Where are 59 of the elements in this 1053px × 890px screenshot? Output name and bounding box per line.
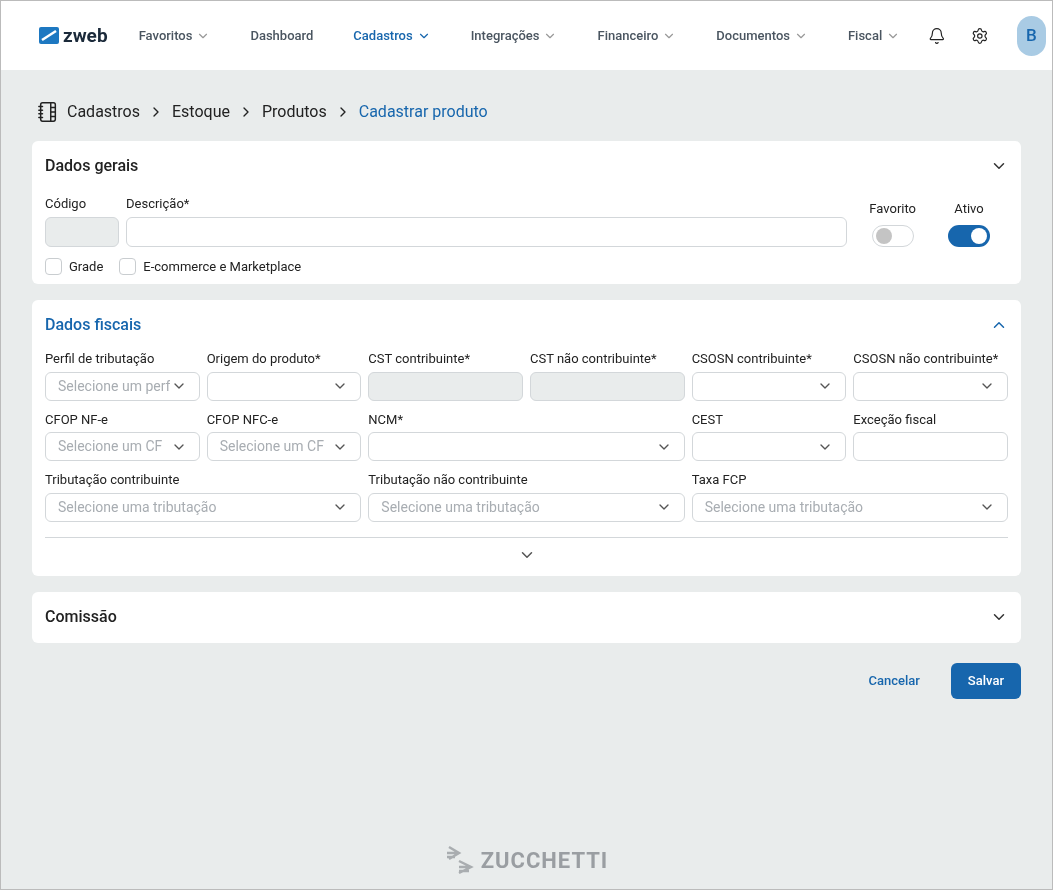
checkbox-label: E-commerce e Marketplace <box>143 257 302 276</box>
toggle-switch[interactable] <box>948 224 990 247</box>
nav-item[interactable]: Financeiro <box>593 25 681 46</box>
field-label: CSOSN não contribuinte* <box>853 350 1000 368</box>
logo-icon <box>39 27 59 44</box>
save-button[interactable]: Salvar <box>950 662 1021 699</box>
field-label: Tributação contribuinte <box>45 471 181 489</box>
placeholder: Selecione uma tributação <box>381 497 540 517</box>
notebook-icon <box>37 101 59 123</box>
breadcrumb-item: Cadastrar produto <box>358 101 488 123</box>
nav-item[interactable]: Integrações <box>466 25 562 46</box>
field-label: CEST <box>691 410 724 429</box>
field-label: CFOP NFC-e <box>206 410 280 429</box>
placeholder: Selecione uma tributação <box>58 497 217 517</box>
breadcrumb-item[interactable]: Estoque <box>172 100 230 124</box>
toggle-label: Ativo <box>954 200 984 218</box>
nav-item[interactable]: Cadastros <box>349 25 435 46</box>
avatar[interactable]: B <box>1016 15 1046 56</box>
nav-item[interactable]: Favoritos <box>134 25 215 46</box>
field-label: CSOSN contribuinte* <box>691 350 813 368</box>
cancel-button[interactable]: Cancelar <box>851 662 937 699</box>
select-field[interactable] <box>691 371 847 401</box>
field-label: CST contribuinte* <box>368 350 471 368</box>
nav-item[interactable]: Documentos <box>712 25 812 46</box>
field-label: NCM* <box>368 410 404 429</box>
select-field[interactable] <box>206 371 362 401</box>
footer-logo-text: ZUCCHETTI <box>480 846 609 875</box>
logo-text: zweb <box>63 26 108 45</box>
breadcrumb-item[interactable]: Cadastros <box>67 100 140 124</box>
field-label: Descrição* <box>126 195 191 213</box>
checkbox-label: Grade <box>69 257 104 276</box>
toggle-switch[interactable] <box>871 224 914 247</box>
field-label: Taxa FCP <box>691 471 748 489</box>
placeholder: Selecione uma tributação <box>704 497 864 517</box>
section-title: Dados gerais <box>45 155 139 177</box>
breadcrumb-item[interactable]: Produtos <box>261 100 327 124</box>
field-label: Código <box>45 195 88 213</box>
checkbox[interactable] <box>119 257 137 275</box>
field-label: Tributação não contribuinte <box>368 471 529 489</box>
section-title: Comissão <box>45 606 117 628</box>
checkbox[interactable] <box>45 257 62 275</box>
toggle-label: Favorito <box>869 200 916 218</box>
placeholder: Selecione um CF <box>58 437 163 456</box>
field-label: Perfil de tributação <box>45 350 156 368</box>
field-label: CST não contribuinte* <box>530 350 658 368</box>
select-field[interactable] <box>691 432 847 461</box>
nav-item[interactable]: Fiscal <box>843 25 905 46</box>
placeholder: Selecione um perf <box>58 376 171 396</box>
select-field[interactable] <box>853 371 1008 401</box>
description-field[interactable] <box>126 216 848 247</box>
select-field[interactable] <box>368 432 685 461</box>
zigzag-logo-icon <box>444 843 475 877</box>
field-label: Origem do produto* <box>206 350 322 368</box>
field-label: CFOP NF-e <box>45 410 109 429</box>
nav-item[interactable]: Dashboard <box>246 25 318 46</box>
field-label: Exceção fiscal <box>853 410 938 429</box>
placeholder: Selecione um CF <box>219 437 324 456</box>
section-title: Dados fiscais <box>45 314 142 336</box>
input-field[interactable] <box>853 432 1008 461</box>
